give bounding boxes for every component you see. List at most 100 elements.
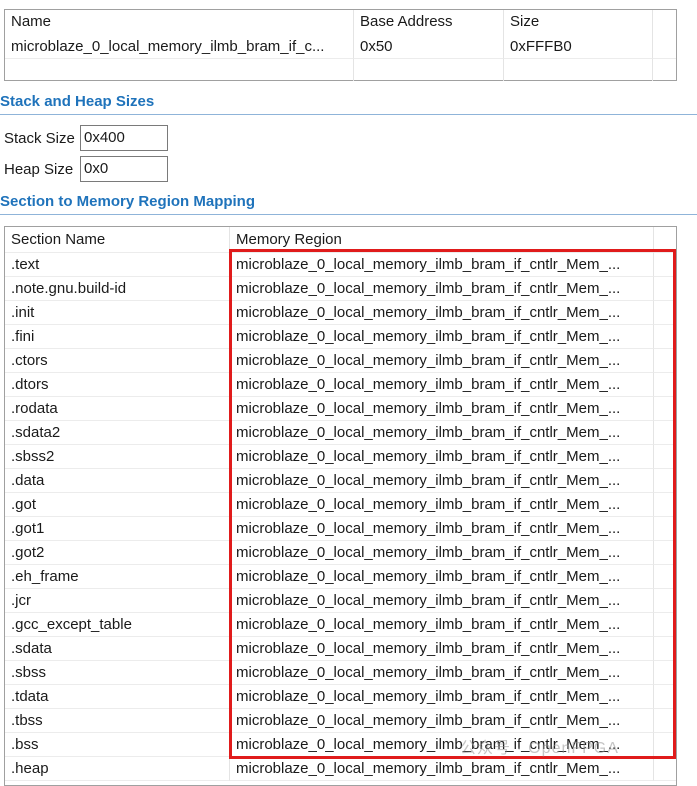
row-filler [654,661,676,685]
row-filler [654,637,676,661]
row-filler [654,469,676,493]
table-row[interactable]: .sdata2 microblaze_0_local_memory_ilmb_br… [5,421,676,445]
section-name-cell[interactable]: .sbss2 [5,445,230,469]
memory-base-address-cell[interactable]: 0x50 [354,35,504,59]
column-header-size[interactable]: Size [504,10,653,35]
section-divider [0,214,697,215]
memory-table-header: Name Base Address Size [5,10,676,35]
section-name-cell[interactable]: .data [5,469,230,493]
memory-region-cell[interactable]: microblaze_0_local_memory_ilmb_bram_if_c… [230,589,654,613]
table-row[interactable]: .init microblaze_0_local_memory_ilmb_bram… [5,301,676,325]
section-name-cell[interactable]: .bss [5,733,230,757]
column-header-section-name[interactable]: Section Name [5,227,230,253]
section-name-cell[interactable]: .note.gnu.build-id [5,277,230,301]
section-name-cell[interactable]: .dtors [5,373,230,397]
memory-region-cell[interactable]: microblaze_0_local_memory_ilmb_bram_if_c… [230,397,654,421]
column-header-filler [653,10,676,35]
row-filler [654,613,676,637]
section-divider [0,114,697,115]
memory-region-cell[interactable]: microblaze_0_local_memory_ilmb_bram_if_c… [230,517,654,541]
memory-region-cell[interactable]: microblaze_0_local_memory_ilmb_bram_if_c… [230,613,654,637]
table-row[interactable]: .got2 microblaze_0_local_memory_ilmb_bram… [5,541,676,565]
section-name-cell[interactable]: .tbss [5,709,230,733]
memory-region-cell[interactable]: microblaze_0_local_memory_ilmb_bram_if_c… [230,565,654,589]
table-row[interactable]: .heap microblaze_0_local_memory_ilmb_bram… [5,757,676,781]
memory-region-cell[interactable]: microblaze_0_local_memory_ilmb_bram_if_c… [230,685,654,709]
section-name-cell[interactable]: .sdata2 [5,421,230,445]
table-row[interactable]: .sbss2 microblaze_0_local_memory_ilmb_bra… [5,445,676,469]
memory-region-cell[interactable]: microblaze_0_local_memory_ilmb_bram_if_c… [230,421,654,445]
column-header-filler [654,227,676,253]
row-filler [654,349,676,373]
section-name-cell[interactable]: .init [5,301,230,325]
row-filler [654,397,676,421]
memory-region-cell[interactable]: microblaze_0_local_memory_ilmb_bram_if_c… [230,277,654,301]
table-row[interactable]: microblaze_0_local_memory_ilmb_bram_if_c… [5,35,676,59]
stack-size-input[interactable]: 0x400 [80,125,168,151]
table-row[interactable]: .note.gnu.build-id microblaze_0_local_mem… [5,277,676,301]
table-row[interactable]: .sbss microblaze_0_local_memory_ilmb_bram… [5,661,676,685]
table-row[interactable]: .bss microblaze_0_local_memory_ilmb_bram_… [5,733,676,757]
stack-heap-title: Stack and Heap Sizes [0,93,155,110]
table-row[interactable]: .tdata microblaze_0_local_memory_ilmb_bra… [5,685,676,709]
section-name-cell[interactable]: .fini [5,325,230,349]
section-name-cell[interactable]: .sbss [5,661,230,685]
memory-region-cell[interactable]: microblaze_0_local_memory_ilmb_bram_if_c… [230,637,654,661]
section-name-cell[interactable]: .got [5,493,230,517]
memory-region-cell[interactable]: microblaze_0_local_memory_ilmb_bram_if_c… [230,301,654,325]
table-row[interactable]: .jcr microblaze_0_local_memory_ilmb_bram_… [5,589,676,613]
memory-size-cell[interactable]: 0xFFFB0 [504,35,653,59]
memory-region-cell[interactable]: microblaze_0_local_memory_ilmb_bram_if_c… [230,349,654,373]
table-row[interactable]: .tbss microblaze_0_local_memory_ilmb_bram… [5,709,676,733]
row-filler [654,253,676,277]
mapping-table-header: Section Name Memory Region [5,227,676,253]
section-name-cell[interactable]: .gcc_except_table [5,613,230,637]
row-filler [654,373,676,397]
section-name-cell[interactable]: .got2 [5,541,230,565]
table-row[interactable]: .text microblaze_0_local_memory_ilmb_bram… [5,253,676,277]
memory-region-cell[interactable]: microblaze_0_local_memory_ilmb_bram_if_c… [230,541,654,565]
table-row[interactable]: .rodata microblaze_0_local_memory_ilmb_br… [5,397,676,421]
section-name-cell[interactable]: .heap [5,757,230,781]
memory-region-cell[interactable]: microblaze_0_local_memory_ilmb_bram_if_c… [230,757,654,781]
column-header-memory-region[interactable]: Memory Region [230,227,654,253]
column-header-name[interactable]: Name [5,10,354,35]
section-name-cell[interactable]: .tdata [5,685,230,709]
column-header-base-address[interactable]: Base Address [354,10,504,35]
table-row[interactable]: .ctors microblaze_0_local_memory_ilmb_bra… [5,349,676,373]
section-name-cell[interactable]: .ctors [5,349,230,373]
table-row[interactable]: .gcc_except_table microblaze_0_local_memo… [5,613,676,637]
memory-region-cell[interactable]: microblaze_0_local_memory_ilmb_bram_if_c… [230,709,654,733]
memory-region-cell[interactable]: microblaze_0_local_memory_ilmb_bram_if_c… [230,493,654,517]
table-row[interactable]: .eh_frame microblaze_0_local_memory_ilmb_… [5,565,676,589]
row-filler [654,325,676,349]
memory-region-cell[interactable]: microblaze_0_local_memory_ilmb_bram_if_c… [230,325,654,349]
section-name-cell[interactable]: .got1 [5,517,230,541]
stack-size-label: Stack Size [4,130,75,147]
section-mapping-title: Section to Memory Region Mapping [0,193,256,210]
table-row[interactable]: .got microblaze_0_local_memory_ilmb_bram_… [5,493,676,517]
empty-row [5,59,676,81]
memory-region-cell[interactable]: microblaze_0_local_memory_ilmb_bram_if_c… [230,253,654,277]
row-filler [654,517,676,541]
section-name-cell[interactable]: .text [5,253,230,277]
section-name-cell[interactable]: .rodata [5,397,230,421]
row-filler [654,685,676,709]
table-row[interactable]: .fini microblaze_0_local_memory_ilmb_bram… [5,325,676,349]
memory-region-cell[interactable]: microblaze_0_local_memory_ilmb_bram_if_c… [230,469,654,493]
table-row[interactable]: .got1 microblaze_0_local_memory_ilmb_bram… [5,517,676,541]
row-filler [654,589,676,613]
section-name-cell[interactable]: .sdata [5,637,230,661]
section-name-cell[interactable]: .jcr [5,589,230,613]
memory-region-cell[interactable]: microblaze_0_local_memory_ilmb_bram_if_c… [230,733,654,757]
section-name-cell[interactable]: .eh_frame [5,565,230,589]
memory-name-cell[interactable]: microblaze_0_local_memory_ilmb_bram_if_c… [5,35,354,59]
row-filler [654,445,676,469]
table-row[interactable]: .data microblaze_0_local_memory_ilmb_bram… [5,469,676,493]
memory-region-cell[interactable]: microblaze_0_local_memory_ilmb_bram_if_c… [230,661,654,685]
memory-region-cell[interactable]: microblaze_0_local_memory_ilmb_bram_if_c… [230,373,654,397]
heap-size-input[interactable]: 0x0 [80,156,168,182]
table-row[interactable]: .dtors microblaze_0_local_memory_ilmb_bra… [5,373,676,397]
table-row[interactable]: .sdata microblaze_0_local_memory_ilmb_bra… [5,637,676,661]
memory-region-cell[interactable]: microblaze_0_local_memory_ilmb_bram_if_c… [230,445,654,469]
